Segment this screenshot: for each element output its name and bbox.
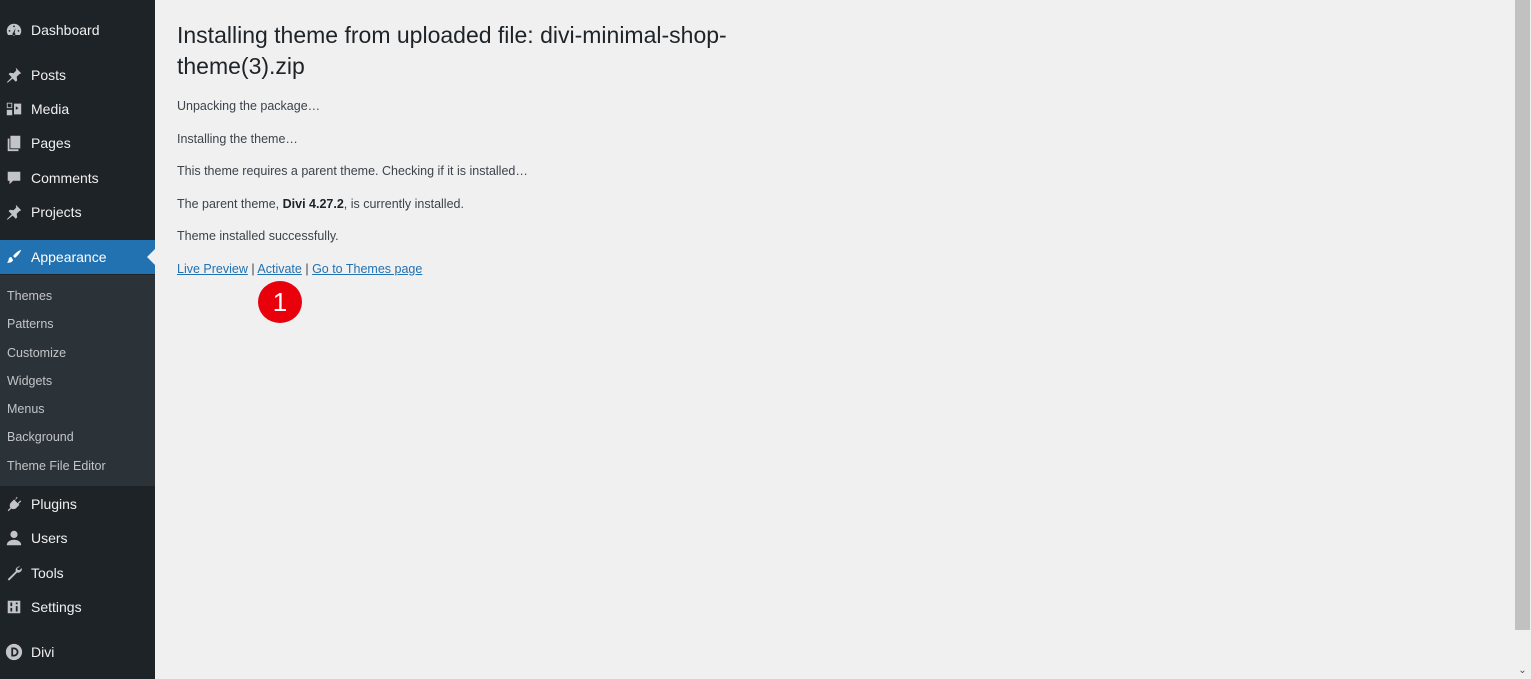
pin-icon	[4, 65, 24, 85]
menu-item-projects[interactable]: Projects	[0, 195, 155, 229]
appearance-submenu: Themes Patterns Customize Widgets Menus …	[0, 275, 155, 486]
comments-icon	[4, 168, 24, 188]
menu-item-media[interactable]: Media	[0, 92, 155, 126]
admin-sidebar: Dashboard Posts Media Pages Comments Pro…	[0, 0, 155, 679]
menu-item-tools[interactable]: Tools	[0, 556, 155, 590]
menu-label-appearance: Appearance	[31, 249, 107, 265]
submenu-item-background[interactable]: Background	[7, 429, 74, 445]
activate-link[interactable]: Activate	[257, 262, 301, 276]
divi-icon	[4, 642, 24, 662]
media-icon	[4, 99, 24, 119]
menu-label-media: Media	[31, 101, 70, 117]
pages-icon	[4, 133, 24, 153]
menu-label-pages: Pages	[31, 135, 71, 151]
chevron-down-icon[interactable]: ⌄	[1516, 664, 1529, 677]
menu-item-pages[interactable]: Pages	[0, 126, 155, 160]
link-separator: |	[301, 262, 313, 276]
submenu-item-themes[interactable]: Themes	[7, 288, 52, 304]
menu-label-plugins: Plugins	[31, 496, 77, 512]
submenu-item-widgets[interactable]: Widgets	[7, 373, 52, 389]
menu-label-comments: Comments	[31, 170, 99, 186]
submenu-item-theme-file-editor[interactable]: Theme File Editor	[7, 458, 106, 474]
status-requires-parent: This theme requires a parent theme. Chec…	[177, 164, 528, 178]
status-unpacking: Unpacking the package…	[177, 99, 321, 113]
link-separator: |	[247, 262, 258, 276]
menu-label-users: Users	[31, 530, 68, 546]
menu-item-settings[interactable]: Settings	[0, 590, 155, 624]
status-success: Theme installed successfully.	[177, 229, 339, 243]
action-links: Live Preview | Activate | Go to Themes p…	[177, 262, 422, 276]
menu-label-dashboard: Dashboard	[31, 22, 100, 38]
menu-label-projects: Projects	[31, 204, 82, 220]
parent-suffix: , is currently installed.	[343, 197, 464, 211]
active-menu-arrow	[147, 249, 155, 265]
menu-label-posts: Posts	[31, 67, 67, 83]
status-installing: Installing the theme…	[177, 132, 298, 146]
submenu-item-customize[interactable]: Customize	[7, 345, 66, 361]
menu-label-tools: Tools	[31, 565, 64, 581]
menu-item-dashboard[interactable]: Dashboard	[0, 13, 155, 47]
plugin-icon	[4, 494, 24, 514]
wrench-icon	[4, 563, 24, 583]
parent-theme-name: Divi 4.27.2	[282, 197, 344, 211]
scrollbar-thumb[interactable]	[1515, 0, 1530, 630]
step-number-badge: 1	[258, 281, 302, 323]
menu-item-plugins[interactable]: Plugins	[0, 487, 155, 521]
user-icon	[4, 528, 24, 548]
menu-item-divi[interactable]: Divi	[0, 635, 155, 669]
parent-prefix: The parent theme,	[177, 197, 283, 211]
themes-page-link[interactable]: Go to Themes page	[312, 262, 422, 276]
menu-item-posts[interactable]: Posts	[0, 58, 155, 92]
dashboard-icon	[4, 20, 24, 40]
submenu-item-menus[interactable]: Menus	[7, 401, 45, 417]
menu-item-appearance[interactable]: Appearance	[0, 240, 155, 274]
page-title: Installing theme from uploaded file: div…	[177, 22, 727, 79]
menu-item-comments[interactable]: Comments	[0, 161, 155, 195]
pin-icon	[4, 202, 24, 222]
settings-icon	[4, 597, 24, 617]
submenu-item-patterns[interactable]: Patterns	[7, 316, 54, 332]
scrollbar[interactable]: ⌄	[1514, 0, 1531, 679]
menu-label-settings: Settings	[31, 599, 82, 615]
live-preview-link[interactable]: Live Preview	[177, 262, 248, 276]
status-parent-installed: The parent theme, Divi 4.27.2, is curren…	[177, 197, 464, 211]
menu-label-divi: Divi	[31, 644, 55, 660]
brush-icon	[4, 247, 24, 267]
menu-item-users[interactable]: Users	[0, 521, 155, 555]
